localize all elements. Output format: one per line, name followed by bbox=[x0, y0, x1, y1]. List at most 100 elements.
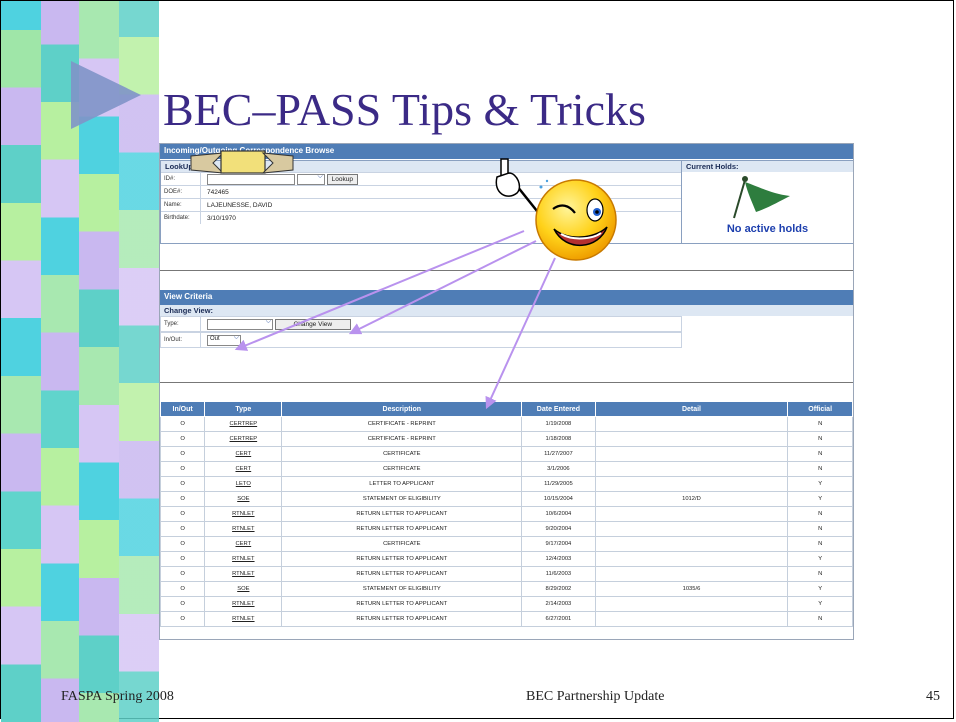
cell-inout: O bbox=[160, 461, 206, 477]
type-link[interactable]: CERT bbox=[204, 461, 283, 477]
doe-value: 742465 bbox=[207, 188, 229, 196]
cell-description: RETURN LETTER TO APPLICANT bbox=[281, 551, 523, 567]
cell-date: 6/27/2001 bbox=[521, 611, 596, 627]
cell-date: 12/4/2003 bbox=[521, 551, 596, 567]
cell-detail bbox=[594, 506, 789, 522]
cell-inout: O bbox=[160, 476, 206, 492]
cell-detail bbox=[594, 461, 789, 477]
type-link[interactable]: RTNLET bbox=[204, 551, 283, 567]
page-number: 45 bbox=[926, 689, 940, 704]
cell-description: STATEMENT OF ELIGIBILITY bbox=[281, 491, 523, 507]
cell-detail bbox=[594, 566, 789, 582]
type-link[interactable]: RTNLET bbox=[204, 596, 283, 612]
col-header-description[interactable]: Description bbox=[281, 401, 523, 417]
table-row: O CERTREP CERTIFICATE - REPRINT 1/19/2008 N bbox=[160, 416, 853, 432]
id-input[interactable] bbox=[207, 173, 295, 185]
inout-row: In/Out: Out bbox=[160, 332, 682, 348]
table-row: O CERTREP CERTIFICATE - REPRINT 1/18/2008 N bbox=[160, 431, 853, 447]
cell-description: RETURN LETTER TO APPLICANT bbox=[281, 506, 523, 522]
cell-official: N bbox=[787, 431, 853, 447]
id-row: ID#: Lookup bbox=[161, 172, 681, 185]
type-link[interactable]: RTNLET bbox=[204, 521, 283, 537]
cell-description: RETURN LETTER TO APPLICANT bbox=[281, 596, 523, 612]
type-link[interactable]: RTNLET bbox=[204, 506, 283, 522]
cell-date: 9/20/2004 bbox=[521, 521, 596, 537]
lookup-panel: LookUp: ID#: Lookup DOE#: 742465 Name: L… bbox=[160, 160, 682, 244]
cell-description: CERTIFICATE bbox=[281, 536, 523, 552]
type-link[interactable]: SOE bbox=[204, 581, 283, 597]
cell-date: 10/15/2004 bbox=[521, 491, 596, 507]
cell-official: N bbox=[787, 611, 853, 627]
inout-select[interactable]: Out bbox=[207, 334, 241, 346]
view-criteria-header: View Criteria bbox=[160, 290, 853, 305]
birthdate-label: Birthdate: bbox=[161, 212, 201, 224]
cell-description: RETURN LETTER TO APPLICANT bbox=[281, 611, 523, 627]
cell-inout: O bbox=[160, 596, 206, 612]
type-link[interactable]: SOE bbox=[204, 491, 283, 507]
divider bbox=[160, 270, 853, 271]
col-header-type[interactable]: Type bbox=[204, 401, 283, 417]
type-link[interactable]: CERT bbox=[204, 536, 283, 552]
green-flag-icon bbox=[733, 176, 790, 219]
type-select[interactable] bbox=[207, 318, 273, 330]
cell-date: 2/14/2003 bbox=[521, 596, 596, 612]
type-link[interactable]: CERTREP bbox=[204, 431, 283, 447]
cell-inout: O bbox=[160, 431, 206, 447]
cell-detail: 1035/6 bbox=[594, 581, 789, 597]
cell-official: N bbox=[787, 566, 853, 582]
cell-inout: O bbox=[160, 536, 206, 552]
cell-official: Y bbox=[787, 476, 853, 492]
col-header-official[interactable]: Official bbox=[787, 401, 853, 417]
table-row: O SOE STATEMENT OF ELIGIBILITY 10/15/2004 10… bbox=[160, 491, 853, 507]
birthdate-value: 3/10/1970 bbox=[207, 214, 236, 222]
change-view-button[interactable]: Change View bbox=[274, 318, 351, 330]
table-row: O RTNLET RETURN LETTER TO APPLICANT 6/27/20… bbox=[160, 611, 853, 627]
cell-date: 1/19/2008 bbox=[521, 416, 596, 432]
col-header-detail[interactable]: Detail bbox=[594, 401, 789, 417]
cell-date: 11/29/2005 bbox=[521, 476, 596, 492]
cell-official: Y bbox=[787, 596, 853, 612]
table-row: O CERT CERTIFICATE 11/27/2007 N bbox=[160, 446, 853, 462]
cell-detail bbox=[594, 596, 789, 612]
cell-official: N bbox=[787, 536, 853, 552]
id-label: ID#: bbox=[161, 173, 201, 185]
cell-inout: O bbox=[160, 551, 206, 567]
cell-date: 11/6/2003 bbox=[521, 566, 596, 582]
cell-official: N bbox=[787, 446, 853, 462]
view-criteria-panel: View Criteria Change View: Type: Change … bbox=[160, 290, 853, 348]
name-label: Name: bbox=[161, 199, 201, 211]
type-link[interactable]: RTNLET bbox=[204, 566, 283, 582]
cell-detail bbox=[594, 551, 789, 567]
cell-detail bbox=[594, 521, 789, 537]
type-link[interactable]: LETO bbox=[204, 476, 283, 492]
holds-panel: Current Holds: No active holds bbox=[681, 160, 853, 244]
correspondence-table: In/Out Type Description Date Entered Det… bbox=[160, 401, 853, 627]
col-header-date-entered[interactable]: Date Entered bbox=[521, 401, 596, 417]
cell-official: N bbox=[787, 416, 853, 432]
cell-detail: 1012/D bbox=[594, 491, 789, 507]
cell-official: N bbox=[787, 506, 853, 522]
lookup-button[interactable]: Lookup bbox=[326, 173, 358, 185]
cell-date: 1/18/2008 bbox=[521, 431, 596, 447]
cell-date: 3/1/2006 bbox=[521, 461, 596, 477]
type-label: Type: bbox=[161, 317, 201, 331]
cell-detail bbox=[594, 431, 789, 447]
table-header-row: In/Out Type Description Date Entered Det… bbox=[160, 401, 853, 417]
id-suffix-select[interactable] bbox=[296, 173, 325, 185]
table-row: O RTNLET RETURN LETTER TO APPLICANT 10/6/20… bbox=[160, 506, 853, 522]
col-header-inout[interactable]: In/Out bbox=[160, 401, 206, 417]
table-row: O RTNLET RETURN LETTER TO APPLICANT 2/14/20… bbox=[160, 596, 853, 612]
type-link[interactable]: CERTREP bbox=[204, 416, 283, 432]
name-row: Name: LAJEUNESSE, DAVID bbox=[161, 198, 681, 211]
table-row: O CERT CERTIFICATE 3/1/2006 N bbox=[160, 461, 853, 477]
change-view-label: Change View: bbox=[160, 305, 853, 316]
cell-description: CERTIFICATE - REPRINT bbox=[281, 416, 523, 432]
cell-description: RETURN LETTER TO APPLICANT bbox=[281, 521, 523, 537]
cell-detail bbox=[594, 611, 789, 627]
cell-inout: O bbox=[160, 416, 206, 432]
footer-title: BEC Partnership Update bbox=[526, 689, 665, 704]
cell-inout: O bbox=[160, 581, 206, 597]
type-link[interactable]: RTNLET bbox=[204, 611, 283, 627]
cell-official: Y bbox=[787, 551, 853, 567]
type-link[interactable]: CERT bbox=[204, 446, 283, 462]
